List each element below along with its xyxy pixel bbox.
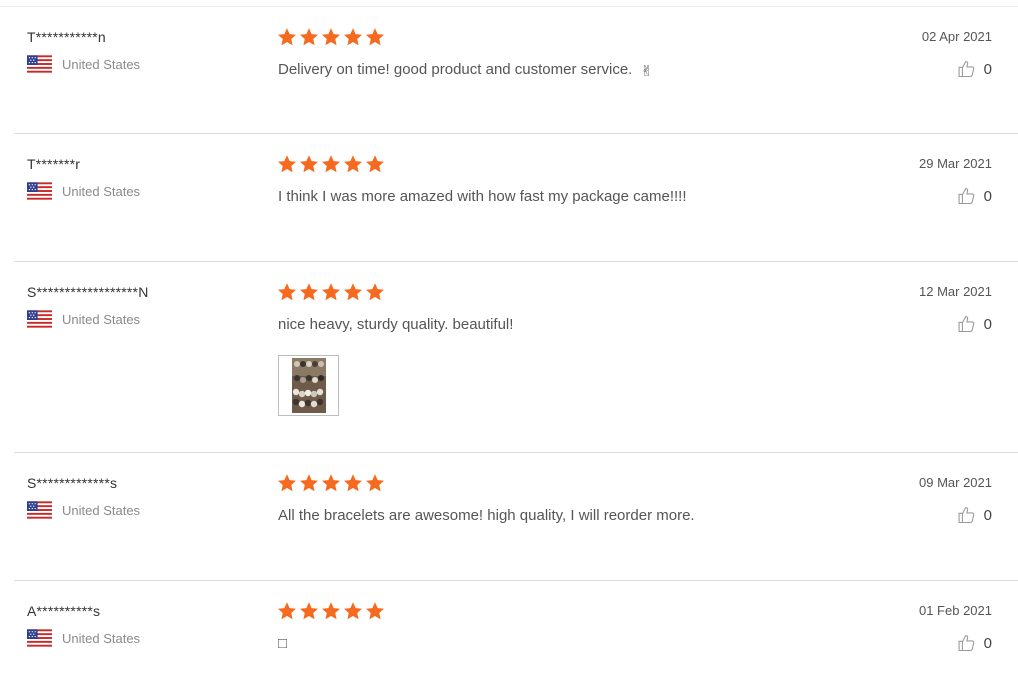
- helpful-count: 0: [983, 506, 992, 524]
- review-item: T***********n United States Delivery on …: [14, 7, 1018, 134]
- star-icon: [299, 154, 319, 174]
- us-flag-icon: [27, 501, 52, 519]
- reviewer-country: United States: [27, 310, 140, 328]
- review-text: nice heavy, sturdy quality. beautiful!: [278, 316, 514, 333]
- review-item: T*******r United States I think I was mo…: [14, 134, 1018, 262]
- us-flag-icon: [27, 182, 52, 200]
- star-icon: [321, 473, 341, 493]
- helpful-count: 0: [983, 187, 992, 205]
- review-item: S******************N United States nice …: [14, 262, 1018, 453]
- review-text-container: Delivery on time! good product and custo…: [278, 61, 653, 80]
- reviewer-name: S*************s: [27, 475, 118, 491]
- review-item: S*************s United States All the br…: [14, 453, 1018, 581]
- star-icon: [299, 282, 319, 302]
- star-icon: [321, 154, 341, 174]
- review-date: 29 Mar 2021: [919, 156, 992, 171]
- country-name: United States: [62, 630, 141, 646]
- helpful-button[interactable]: 0: [957, 633, 992, 653]
- thumbs-up-icon[interactable]: [957, 505, 977, 525]
- review-text: □: [278, 635, 288, 652]
- helpful-button[interactable]: 0: [957, 59, 992, 79]
- reviewer-country: United States: [27, 501, 140, 519]
- star-icon: [277, 282, 297, 302]
- rating-stars: [277, 282, 385, 302]
- helpful-button[interactable]: 0: [957, 505, 992, 525]
- star-icon: [277, 27, 297, 47]
- star-icon: [365, 473, 385, 493]
- star-icon: [365, 282, 385, 302]
- victory-hand-emoji: ✌: [640, 63, 654, 80]
- star-icon: [343, 27, 363, 47]
- review-photo-thumbnail[interactable]: [278, 355, 339, 416]
- star-icon: [321, 282, 341, 302]
- rating-stars: [277, 473, 385, 493]
- thumbs-up-icon[interactable]: [957, 633, 977, 653]
- star-icon: [277, 601, 297, 621]
- review-date: 02 Apr 2021: [921, 29, 992, 44]
- country-name: United States: [62, 311, 141, 327]
- star-icon: [343, 473, 363, 493]
- star-icon: [321, 27, 341, 47]
- star-icon: [365, 154, 385, 174]
- review-text: Delivery on time! good product and custo…: [278, 61, 633, 78]
- thumbs-up-icon[interactable]: [957, 59, 977, 79]
- helpful-count: 0: [983, 60, 992, 78]
- helpful-button[interactable]: 0: [957, 186, 992, 206]
- star-icon: [299, 473, 319, 493]
- thumbs-up-icon[interactable]: [957, 186, 977, 206]
- reviewer-name: S******************N: [27, 284, 149, 300]
- helpful-button[interactable]: 0: [957, 314, 992, 334]
- rating-stars: [277, 601, 385, 621]
- us-flag-icon: [27, 55, 52, 73]
- reviewer-name: T*******r: [27, 156, 81, 172]
- reviewer-name: A**********s: [27, 603, 101, 619]
- rating-stars: [277, 27, 385, 47]
- helpful-count: 0: [983, 315, 992, 333]
- country-name: United States: [62, 56, 141, 72]
- star-icon: [321, 601, 341, 621]
- star-icon: [299, 601, 319, 621]
- rating-stars: [277, 154, 385, 174]
- star-icon: [343, 154, 363, 174]
- reviewer-country: United States: [27, 55, 140, 73]
- us-flag-icon: [27, 629, 52, 647]
- thumbs-up-icon[interactable]: [957, 314, 977, 334]
- star-icon: [277, 473, 297, 493]
- star-icon: [277, 154, 297, 174]
- review-date: 12 Mar 2021: [919, 284, 992, 299]
- bracelet-photo[interactable]: [279, 356, 338, 415]
- reviewer-country: United States: [27, 629, 140, 647]
- star-icon: [343, 282, 363, 302]
- country-name: United States: [62, 183, 141, 199]
- review-date: 09 Mar 2021: [919, 475, 992, 490]
- country-name: United States: [62, 502, 141, 518]
- star-icon: [343, 601, 363, 621]
- star-icon: [299, 27, 319, 47]
- review-date: 01 Feb 2021: [918, 603, 992, 618]
- review-text: I think I was more amazed with how fast …: [278, 188, 687, 205]
- star-icon: [365, 27, 385, 47]
- review-item: A**********s United States □ 01 Feb 2021…: [14, 581, 1018, 681]
- helpful-count: 0: [983, 634, 992, 652]
- reviewer-name: T***********n: [27, 29, 106, 45]
- us-flag-icon: [27, 310, 52, 328]
- reviewer-country: United States: [27, 182, 140, 200]
- star-icon: [365, 601, 385, 621]
- review-text: All the bracelets are awesome! high qual…: [278, 507, 695, 524]
